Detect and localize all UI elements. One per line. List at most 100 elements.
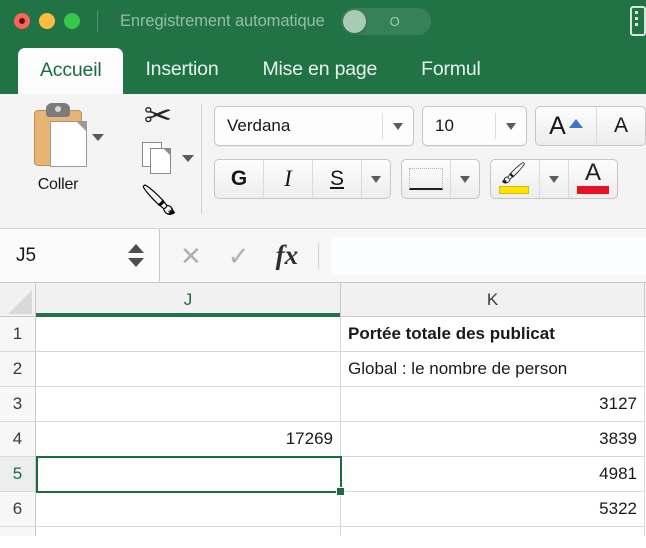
cell-K4[interactable]: 3839	[341, 422, 645, 457]
document-properties-icon[interactable]	[630, 6, 646, 36]
autosave-toggle[interactable]: O	[340, 7, 431, 35]
triangle-up-icon[interactable]	[128, 244, 144, 253]
table-row: 1 Portée totale des publicat	[0, 317, 646, 352]
table-row: 3 3127	[0, 387, 646, 422]
title-bar: Enregistrement automatique O	[0, 0, 646, 42]
chevron-down-icon	[549, 175, 559, 183]
chevron-down-icon	[460, 175, 470, 183]
row-header-5[interactable]: 5	[0, 457, 36, 492]
row-header-7[interactable]: 7	[0, 527, 36, 536]
row-header-4[interactable]: 4	[0, 422, 36, 457]
autosave-label: Enregistrement automatique	[120, 11, 325, 30]
underline-dropdown-button[interactable]	[362, 160, 390, 198]
borders-dropdown-button[interactable]	[451, 160, 479, 198]
cell-K5[interactable]: 4981	[341, 457, 645, 492]
maximize-window-button[interactable]	[64, 13, 80, 29]
copy-dropdown-caret-icon[interactable]	[181, 155, 194, 162]
ribbon-tab-bar: Accueil Insertion Mise en page Formul	[0, 42, 646, 95]
column-header-row: J K	[0, 283, 646, 317]
table-row: 4 17269 3839	[0, 422, 646, 457]
formula-bar-divider	[318, 242, 320, 269]
tab-formules[interactable]: Formul	[399, 58, 502, 94]
cell-J3[interactable]	[36, 387, 341, 422]
paintbrush-icon[interactable]: 🖌	[140, 184, 178, 217]
increase-font-size-button[interactable]: A	[536, 107, 597, 145]
cell-J7[interactable]	[36, 527, 341, 536]
cell-J2[interactable]	[36, 352, 341, 387]
fill-color-button[interactable]: 🖌	[491, 160, 540, 198]
chevron-down-icon	[371, 175, 381, 183]
cell-J4[interactable]: 17269	[36, 422, 341, 457]
formula-bar: J5 ✕ ✓ fx	[0, 229, 646, 283]
clipboard-group: Coller	[0, 94, 116, 228]
font-size-combobox[interactable]: 10	[422, 106, 527, 146]
ribbon: Coller ✂ 🖌 Verdana 10 A A G I S 🖌 A	[0, 94, 646, 229]
tab-insertion[interactable]: Insertion	[123, 58, 240, 94]
borders-group	[401, 159, 480, 199]
scissors-icon[interactable]: ✂	[138, 96, 178, 136]
font-color-button[interactable]: A	[569, 160, 617, 198]
minimize-window-button[interactable]	[39, 13, 55, 29]
spreadsheet-grid: J K 1 Portée totale des publicat 2 Globa…	[0, 283, 646, 536]
italic-button[interactable]: I	[264, 160, 313, 198]
table-row: 6 5322	[0, 492, 646, 527]
select-all-triangle-icon	[8, 290, 32, 314]
font-name-value: Verdana	[227, 116, 291, 135]
column-header-k[interactable]: K	[341, 283, 645, 316]
select-all-button[interactable]	[0, 283, 36, 316]
cut-copy-painter-group: ✂ 🖌	[116, 94, 201, 228]
cell-K3[interactable]: 3127	[341, 387, 645, 422]
table-row: 5 4981	[0, 457, 646, 492]
cell-J1[interactable]	[36, 317, 341, 352]
tab-accueil[interactable]: Accueil	[18, 48, 124, 95]
font-name-combobox[interactable]: Verdana	[214, 106, 414, 146]
cell-K6[interactable]: 5322	[341, 492, 645, 527]
font-color-swatch	[577, 186, 609, 194]
color-group: 🖌 A	[490, 159, 618, 199]
font-size-value: 10	[435, 116, 454, 135]
formula-action-buttons: ✕ ✓ fx	[160, 242, 318, 269]
copy-pages-icon[interactable]	[141, 142, 172, 174]
confirm-formula-icon[interactable]: ✓	[228, 243, 250, 269]
cancel-formula-icon[interactable]: ✕	[180, 243, 202, 269]
name-box[interactable]: J5	[0, 229, 160, 282]
underline-button[interactable]: S	[313, 160, 362, 198]
grid-rows: 1 Portée totale des publicat 2 Global : …	[0, 317, 646, 536]
row-header-6[interactable]: 6	[0, 492, 36, 527]
autosave-toggle-state: O	[389, 13, 400, 29]
text-style-group: G I S	[214, 159, 391, 199]
cell-K2[interactable]: Global : le nombre de person	[341, 352, 645, 387]
bold-button[interactable]: G	[215, 160, 264, 198]
tab-mise-en-page[interactable]: Mise en page	[240, 58, 399, 94]
insert-function-icon[interactable]: fx	[276, 242, 299, 269]
font-name-dropdown-arrow[interactable]	[383, 122, 413, 130]
row-header-3[interactable]: 3	[0, 387, 36, 422]
cell-K7[interactable]	[341, 527, 645, 536]
paste-button-label: Coller	[37, 176, 79, 193]
table-row: 7	[0, 527, 646, 536]
clipboard-paste-icon[interactable]	[28, 102, 88, 170]
column-header-j[interactable]: J	[36, 283, 341, 317]
cell-J5[interactable]	[36, 457, 341, 492]
fill-color-dropdown-button[interactable]	[540, 160, 569, 198]
row-header-2[interactable]: 2	[0, 352, 36, 387]
decrease-font-size-button[interactable]: A	[597, 107, 645, 145]
formula-input[interactable]	[331, 236, 646, 275]
triangle-up-icon	[568, 118, 583, 128]
clipboard-page-shape	[49, 121, 87, 167]
window-controls	[0, 13, 80, 29]
fill-bucket-icon: 🖌	[498, 162, 532, 194]
chevron-down-icon	[393, 122, 403, 130]
row-header-1[interactable]: 1	[0, 317, 36, 352]
triangle-down-icon[interactable]	[128, 258, 144, 267]
font-color-icon: A	[577, 160, 609, 194]
cell-K1[interactable]: Portée totale des publicat	[341, 317, 645, 352]
paste-dropdown-caret-icon[interactable]	[91, 134, 104, 141]
fill-color-swatch	[499, 186, 529, 194]
close-window-button[interactable]	[14, 13, 30, 29]
font-size-dropdown-arrow[interactable]	[496, 122, 526, 130]
name-box-spinner[interactable]	[119, 244, 159, 267]
borders-button[interactable]	[402, 160, 451, 198]
cell-J6[interactable]	[36, 492, 341, 527]
font-size-step-group: A A	[535, 106, 646, 146]
